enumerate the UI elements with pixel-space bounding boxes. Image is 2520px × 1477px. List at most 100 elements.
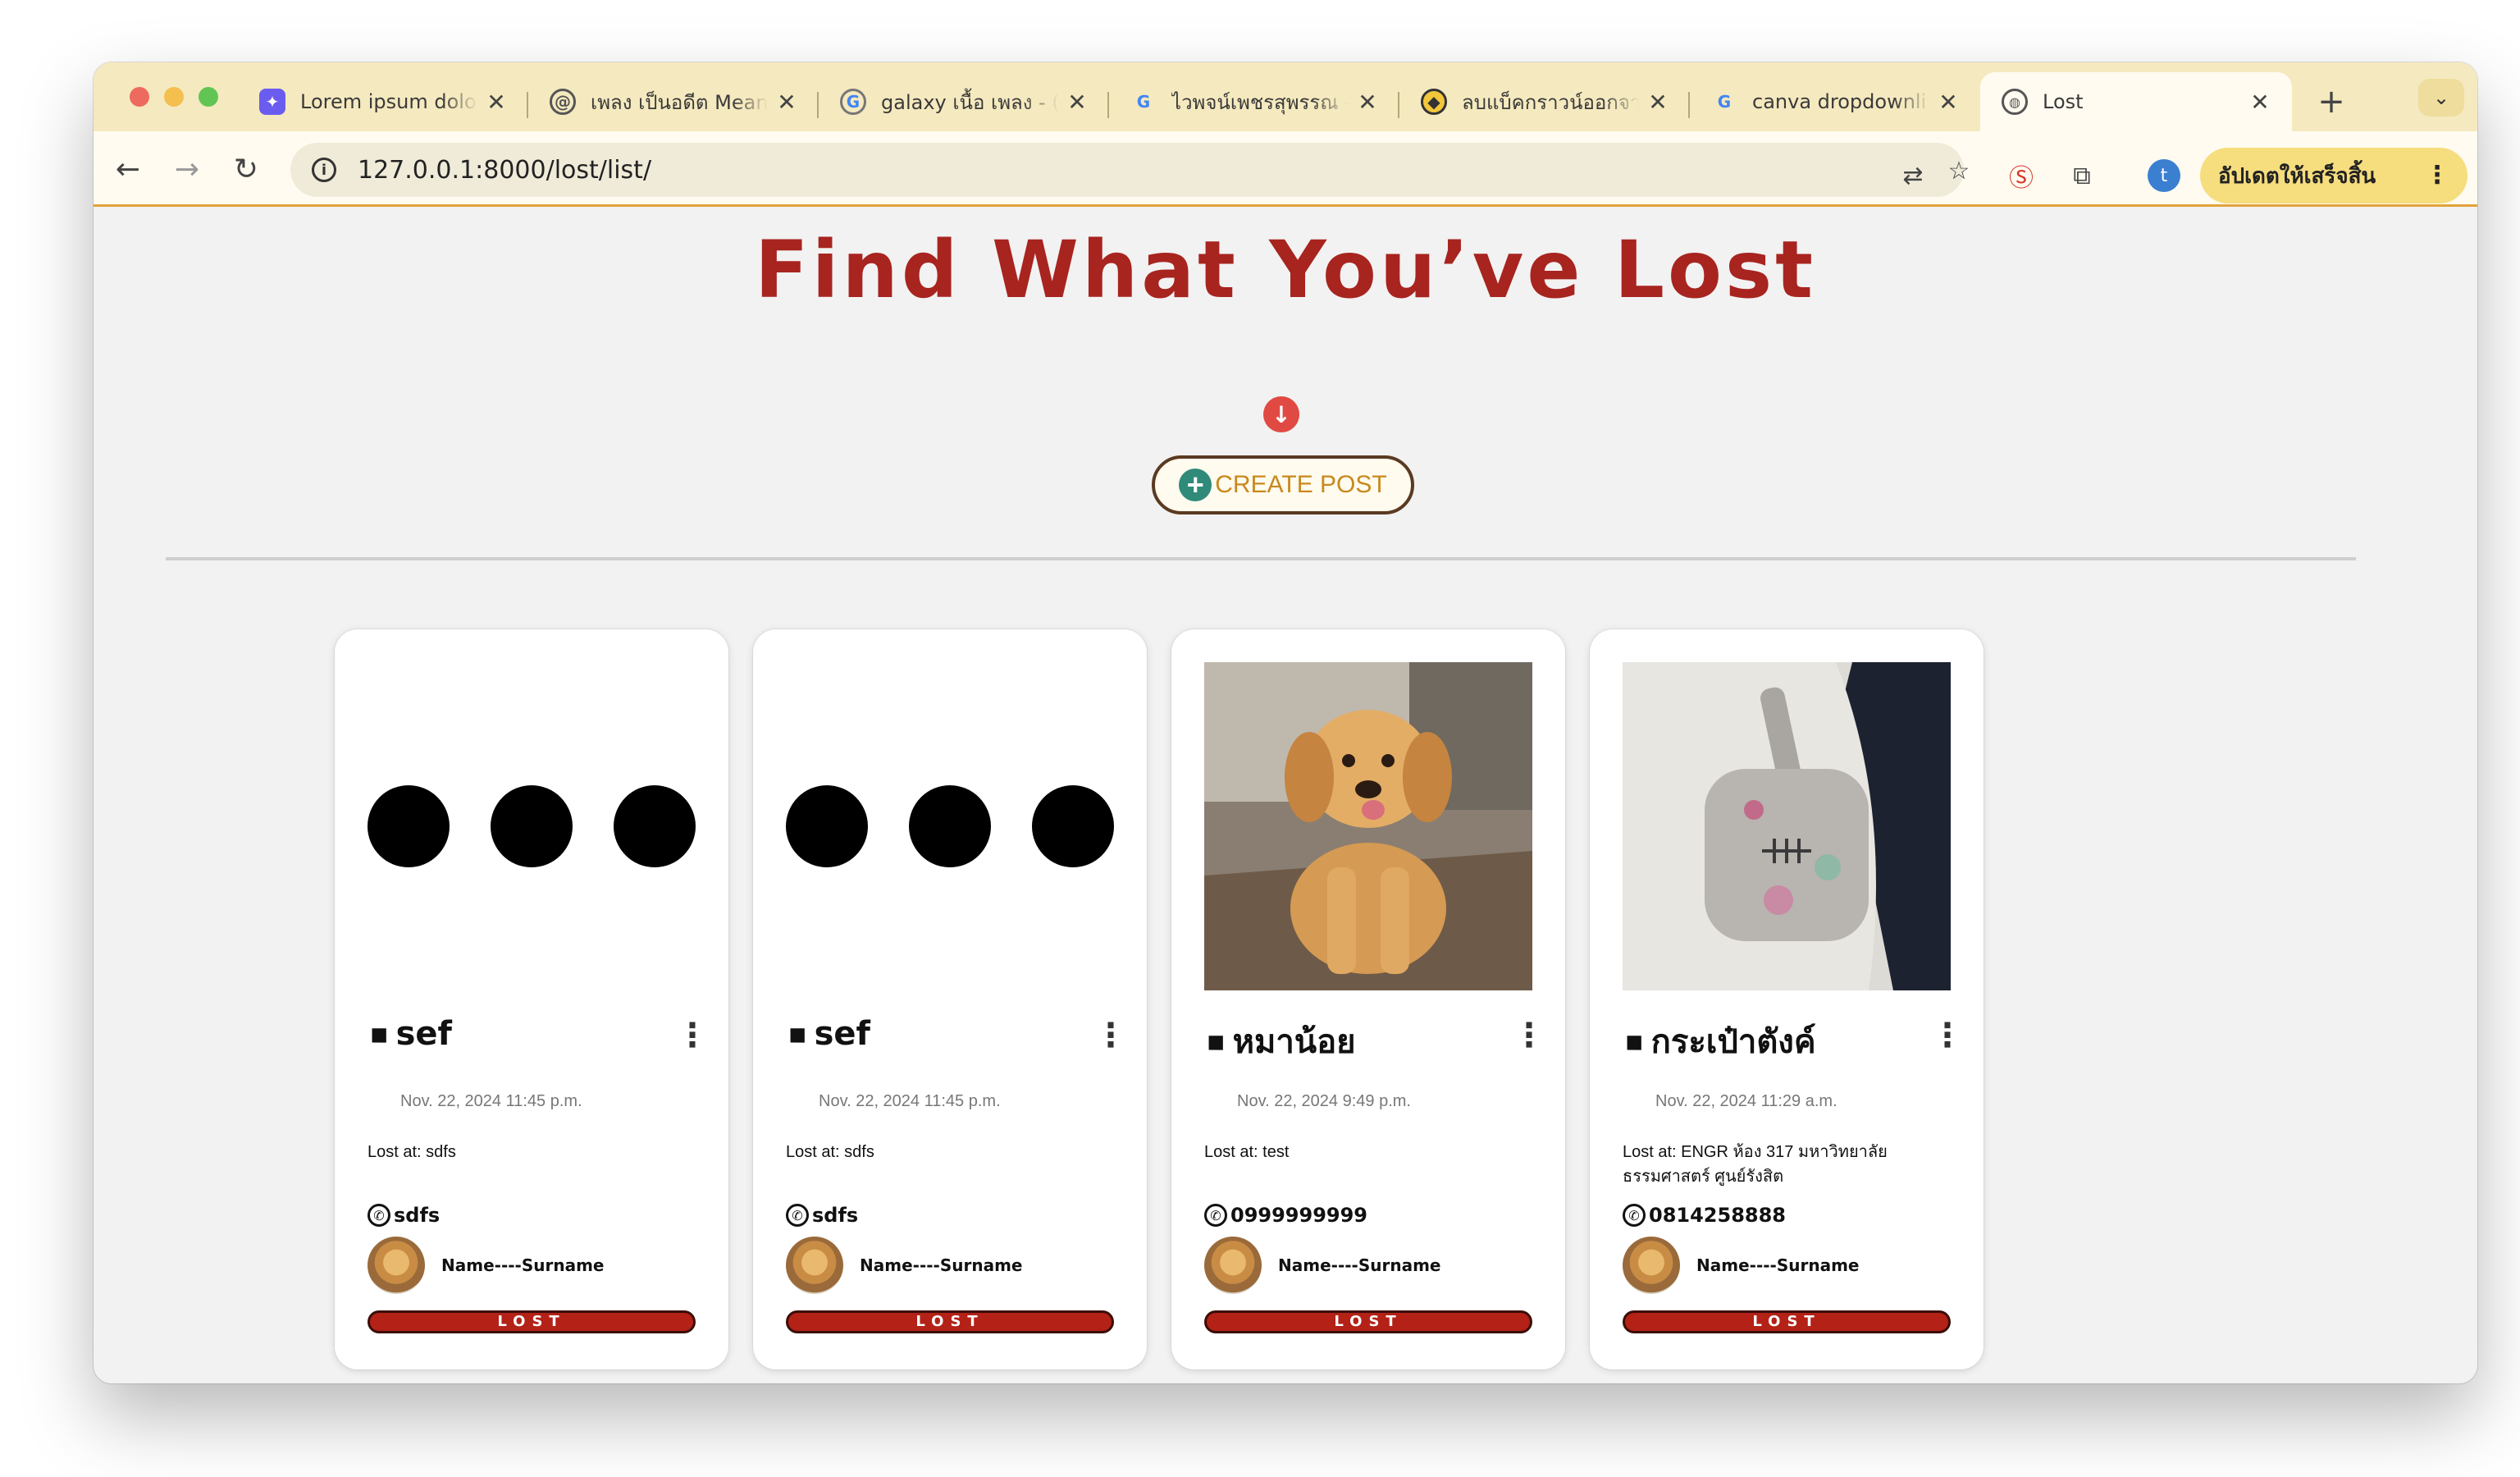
post-location: Lost at: test (1204, 1143, 1290, 1161)
post-location: Lost at: sdfs (786, 1143, 874, 1161)
minimize-window-button[interactable] (164, 87, 184, 107)
kebab-menu-icon[interactable]: ⋮ (1513, 1017, 1545, 1054)
google-icon: G (840, 89, 866, 115)
phone-text: sdfs (812, 1204, 859, 1227)
author-name: Name----Surname (1278, 1255, 1441, 1275)
post-image-placeholder (368, 662, 696, 990)
post-image (1623, 662, 1951, 990)
close-tab-icon[interactable]: ✕ (2248, 89, 2272, 116)
tab-4[interactable]: G ไวพจน์เพชรสุพรรณ - ✕ (1109, 72, 1399, 131)
more-menu-icon[interactable]: ⋮ (2425, 161, 2449, 190)
tab-5[interactable]: ◆ ลบแบ็คกราวน์ออกจา ✕ (1399, 72, 1690, 131)
avatar (786, 1237, 843, 1294)
create-post-label: CREATE POST (1215, 471, 1387, 498)
kebab-menu-icon[interactable]: ⋮ (1931, 1017, 1964, 1054)
translate-icon[interactable]: ⇄ (1895, 158, 1931, 194)
author-name: Name----Surname (441, 1255, 605, 1275)
post-image-placeholder (786, 662, 1114, 990)
window-controls (130, 87, 218, 107)
lost-status-button[interactable]: LOST (368, 1310, 696, 1333)
lost-status-button[interactable]: LOST (1204, 1310, 1532, 1333)
post-card[interactable]: ◆ sef ⋮ Nov. 22, 2024 11:45 p.m. Lost at… (335, 629, 728, 1370)
tab-active[interactable]: ◍ Lost ✕ (1980, 72, 2292, 131)
post-date: Nov. 22, 2024 11:45 p.m. (400, 1092, 582, 1110)
new-tab-button[interactable]: + (2307, 83, 2356, 121)
tag-icon: ◆ (359, 1015, 396, 1053)
globe-icon: ◍ (2002, 89, 2028, 115)
tab-title: เพลง เป็นอดีต Mean (591, 90, 768, 114)
site-info-icon[interactable]: i (312, 158, 336, 182)
phone-icon: ✆ (786, 1204, 809, 1227)
post-card[interactable]: ◆ หมาน้อย ⋮ Nov. 22, 2024 9:49 p.m. Lost… (1171, 629, 1565, 1370)
arrow-down-icon[interactable]: ↓ (1263, 396, 1299, 432)
extensions-puzzle-icon[interactable]: ⧉ (2064, 158, 2100, 194)
create-post-button[interactable]: + CREATE POST (1152, 455, 1414, 514)
post-author: Name----Surname (368, 1237, 605, 1294)
tabs: ✦ Lorem ipsum dolo ✕ @ เพลง เป็นอดีต Mea… (238, 72, 2356, 131)
tab-1[interactable]: ✦ Lorem ipsum dolo ✕ (238, 72, 528, 131)
phone-text: sdfs (394, 1204, 441, 1227)
url-text: 127.0.0.1:8000/lost/list/ (358, 155, 652, 185)
post-author: Name----Surname (1623, 1237, 1860, 1294)
close-tab-icon[interactable]: ✕ (774, 89, 799, 116)
tab-title: canva dropdownli (1752, 90, 1927, 113)
close-tab-icon[interactable]: ✕ (1355, 89, 1380, 116)
browser-toolbar: ← → ↻ i 127.0.0.1:8000/lost/list/ ⇄ ☆ Ⓢ … (94, 131, 2477, 207)
tab-title: galaxy เนื้อ เพลง - ( (881, 90, 1058, 114)
back-button[interactable]: ← (108, 149, 148, 189)
phone-icon: ✆ (1204, 1204, 1227, 1227)
author-name: Name----Surname (860, 1255, 1023, 1275)
tab-strip: ✦ Lorem ipsum dolo ✕ @ เพลง เป็นอดีต Mea… (94, 62, 2477, 131)
tab-3[interactable]: G galaxy เนื้อ เพลง - ( ✕ (819, 72, 1109, 131)
close-tab-icon[interactable]: ✕ (1065, 89, 1089, 116)
post-phone: ✆ sdfs (786, 1204, 858, 1227)
post-title: ◆ หมาน้อย (1196, 1015, 1356, 1068)
author-name: Name----Surname (1696, 1255, 1860, 1275)
spiral-icon: @ (550, 89, 576, 115)
close-tab-icon[interactable]: ✕ (484, 89, 509, 116)
extension-s-icon[interactable]: Ⓢ (2003, 158, 2039, 194)
pouch-photo (1623, 662, 1951, 990)
post-title: ◆ กระเป๋าตังค์ (1614, 1015, 1816, 1068)
post-title-text: หมาน้อย (1232, 1023, 1356, 1061)
kebab-menu-icon[interactable]: ⋮ (1094, 1017, 1127, 1054)
address-bar[interactable]: i 127.0.0.1:8000/lost/list/ ⇄ ☆ (290, 143, 1970, 197)
post-phone: ✆ sdfs (368, 1204, 440, 1227)
phone-text: 0999999999 (1230, 1204, 1367, 1227)
tab-title: Lorem ipsum dolo (300, 90, 477, 113)
divider (166, 557, 2356, 560)
tab-6[interactable]: G canva dropdownli ✕ (1690, 72, 1980, 131)
avatar (1204, 1237, 1262, 1294)
tag-icon: ◆ (778, 1015, 815, 1053)
avatar (1623, 1237, 1680, 1294)
close-tab-icon[interactable]: ✕ (1646, 89, 1670, 116)
avatar[interactable]: t (2148, 159, 2180, 192)
post-title-text: กระเป๋าตังค์ (1650, 1023, 1816, 1061)
post-image (1204, 662, 1532, 990)
tab-search-button[interactable]: ⌄ (2418, 79, 2464, 117)
update-button[interactable]: อัปเดตให้เสร็จสิ้น ⋮ (2200, 148, 2468, 203)
close-tab-icon[interactable]: ✕ (1936, 89, 1961, 116)
lost-status-button[interactable]: LOST (1623, 1310, 1951, 1333)
lost-status-button[interactable]: LOST (786, 1310, 1114, 1333)
forward-button[interactable]: → (167, 149, 207, 189)
post-author: Name----Surname (1204, 1237, 1441, 1294)
post-phone: ✆ 0814258888 (1623, 1204, 1786, 1227)
kebab-menu-icon[interactable]: ⋮ (676, 1017, 709, 1054)
post-phone: ✆ 0999999999 (1204, 1204, 1367, 1227)
maximize-window-button[interactable] (199, 87, 218, 107)
update-label: อัปเดตให้เสร็จสิ้น (2218, 163, 2376, 189)
close-window-button[interactable] (130, 87, 149, 107)
bookmark-star-icon[interactable]: ☆ (1941, 153, 1977, 189)
reload-button[interactable]: ↻ (226, 149, 266, 189)
phone-icon: ✆ (1623, 1204, 1646, 1227)
post-card[interactable]: ◆ กระเป๋าตังค์ ⋮ Nov. 22, 2024 11:29 a.m… (1590, 629, 1984, 1370)
post-date: Nov. 22, 2024 11:29 a.m. (1655, 1092, 1838, 1110)
page-title: Find What You’ve Lost (754, 224, 1817, 316)
post-date: Nov. 22, 2024 9:49 p.m. (1237, 1092, 1411, 1110)
post-card[interactable]: ◆ sef ⋮ Nov. 22, 2024 11:45 p.m. Lost at… (753, 629, 1147, 1370)
tab-2[interactable]: @ เพลง เป็นอดีต Mean ✕ (528, 72, 819, 131)
post-location: Lost at: sdfs (368, 1143, 456, 1161)
tag-icon: ◆ (1614, 1022, 1651, 1060)
plus-circle-icon: + (1179, 469, 1212, 501)
